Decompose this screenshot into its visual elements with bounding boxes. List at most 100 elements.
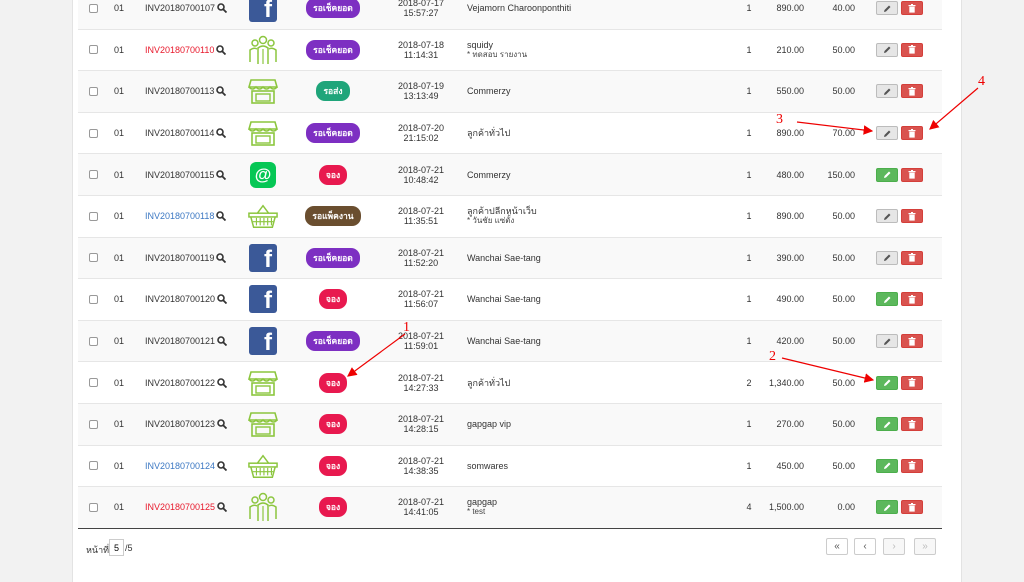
invoice-link[interactable]: INV20180700107 bbox=[145, 3, 215, 13]
delete-button[interactable] bbox=[901, 167, 923, 182]
delete-button[interactable] bbox=[901, 417, 923, 432]
edit-button[interactable] bbox=[876, 84, 898, 99]
delete-button[interactable] bbox=[901, 209, 923, 224]
pencil-icon bbox=[883, 295, 892, 304]
edit-button[interactable] bbox=[876, 375, 898, 390]
quantity: 1 bbox=[746, 419, 752, 430]
edit-button[interactable] bbox=[876, 334, 898, 349]
row-checkbox[interactable] bbox=[88, 378, 98, 388]
delete-button[interactable] bbox=[901, 42, 923, 57]
row-checkbox[interactable] bbox=[88, 45, 98, 55]
invoice-link[interactable]: INV20180700118 bbox=[145, 211, 214, 221]
edit-button[interactable] bbox=[876, 250, 898, 265]
amount: 550.00 bbox=[776, 86, 804, 97]
next-page-button[interactable]: › bbox=[883, 538, 905, 555]
edit-button[interactable] bbox=[876, 500, 898, 515]
delete-button[interactable] bbox=[901, 84, 923, 99]
search-icon[interactable] bbox=[216, 211, 227, 222]
facebook-icon: f bbox=[248, 0, 278, 23]
prev-page-button[interactable]: ‹ bbox=[854, 538, 876, 555]
status-cell: รอเช็คยอด bbox=[296, 238, 370, 279]
row-checkbox[interactable] bbox=[88, 86, 98, 96]
row-checkbox[interactable] bbox=[88, 3, 98, 13]
status-cell: จอง bbox=[296, 362, 370, 403]
search-icon[interactable] bbox=[216, 169, 227, 180]
shipping-fee: 50.00 bbox=[832, 419, 855, 430]
pencil-icon bbox=[883, 45, 892, 54]
date-cell: 2018-07-21 10:48:42 bbox=[386, 154, 456, 195]
delete-button[interactable] bbox=[901, 250, 923, 265]
row-checkbox[interactable] bbox=[88, 502, 98, 512]
customer-name: Wanchai Sae-tang bbox=[467, 294, 541, 305]
invoice-link[interactable]: INV20180700124 bbox=[145, 461, 215, 471]
edit-button[interactable] bbox=[876, 417, 898, 432]
invoice-link[interactable]: INV20180700122 bbox=[145, 378, 215, 388]
invoice-cell: INV20180700110 bbox=[145, 30, 245, 71]
first-page-button[interactable]: « bbox=[826, 538, 848, 555]
invoice-link[interactable]: INV20180700115 bbox=[145, 170, 214, 180]
status-badge: จอง bbox=[318, 497, 348, 518]
invoice-link[interactable]: INV20180700120 bbox=[145, 294, 215, 304]
edit-button[interactable] bbox=[876, 1, 898, 16]
invoice-link[interactable]: INV20180700113 bbox=[145, 86, 214, 96]
row-checkbox[interactable] bbox=[88, 211, 98, 221]
invoice-link[interactable]: INV20180700121 bbox=[145, 336, 215, 346]
search-icon[interactable] bbox=[217, 294, 228, 305]
row-checkbox[interactable] bbox=[88, 253, 98, 263]
table-row: 01 INV20180700114 รอเช็คยอด 2018-07-20 21:15… bbox=[78, 113, 942, 155]
delete-button[interactable] bbox=[901, 292, 923, 307]
search-icon[interactable] bbox=[216, 86, 227, 97]
delete-button[interactable] bbox=[901, 126, 923, 141]
search-icon[interactable] bbox=[216, 128, 227, 139]
delete-button[interactable] bbox=[901, 500, 923, 515]
customer-cell: ลูกค้าปลีกหน้าเว็บ * วันชัย แซ่ตั้ง bbox=[467, 196, 667, 237]
last-page-button[interactable]: » bbox=[914, 538, 936, 555]
search-icon[interactable] bbox=[216, 253, 227, 263]
invoice-link[interactable]: INV20180700119 bbox=[145, 253, 214, 263]
search-icon[interactable] bbox=[217, 336, 228, 347]
edit-button[interactable] bbox=[876, 126, 898, 141]
invoice-cell: INV20180700123 bbox=[145, 404, 245, 445]
row-checkbox-cell bbox=[78, 30, 108, 71]
search-icon[interactable] bbox=[217, 419, 228, 430]
search-icon[interactable] bbox=[217, 3, 228, 14]
row-checkbox[interactable] bbox=[88, 419, 98, 429]
delete-button[interactable] bbox=[901, 1, 923, 16]
row-checkbox-cell bbox=[78, 71, 108, 112]
invoice-link[interactable]: INV20180700123 bbox=[145, 419, 215, 429]
search-icon[interactable] bbox=[217, 377, 228, 388]
customer-name: Commerzy bbox=[467, 169, 511, 180]
edit-button[interactable] bbox=[876, 167, 898, 182]
edit-button[interactable] bbox=[876, 42, 898, 57]
invoice-link[interactable]: INV20180700114 bbox=[145, 128, 214, 138]
quantity: 1 bbox=[746, 460, 752, 471]
amount: 210.00 bbox=[776, 44, 804, 55]
invoice-link[interactable]: INV20180700110 bbox=[145, 45, 214, 55]
quantity: 1 bbox=[746, 336, 752, 347]
row-checkbox[interactable] bbox=[88, 128, 98, 138]
search-icon[interactable] bbox=[216, 45, 227, 55]
row-checkbox[interactable] bbox=[88, 294, 98, 304]
shop-icon bbox=[248, 78, 278, 105]
row-checkbox-cell bbox=[78, 321, 108, 362]
delete-button[interactable] bbox=[901, 334, 923, 349]
search-icon[interactable] bbox=[217, 502, 228, 513]
delete-button[interactable] bbox=[901, 375, 923, 390]
page-number-input[interactable] bbox=[109, 539, 124, 556]
row-checkbox[interactable] bbox=[88, 170, 98, 180]
delete-button[interactable] bbox=[901, 458, 923, 473]
status-cell: รอแพ็คงาน bbox=[296, 196, 370, 237]
row-checkbox[interactable] bbox=[88, 336, 98, 346]
facebook-icon: f bbox=[248, 285, 278, 314]
row-checkbox[interactable] bbox=[88, 461, 98, 471]
edit-button[interactable] bbox=[876, 209, 898, 224]
annotation-label-3: 3 bbox=[776, 112, 783, 127]
edit-button[interactable] bbox=[876, 292, 898, 307]
search-icon[interactable] bbox=[217, 461, 228, 471]
invoice-cell: INV20180700124 bbox=[145, 446, 245, 487]
invoice-link[interactable]: INV20180700125 bbox=[145, 502, 215, 512]
edit-button[interactable] bbox=[876, 458, 898, 473]
shipping-fee: 50.00 bbox=[832, 336, 855, 347]
shop-icon bbox=[248, 370, 278, 396]
status-badge: รอเช็คยอด bbox=[306, 39, 360, 60]
